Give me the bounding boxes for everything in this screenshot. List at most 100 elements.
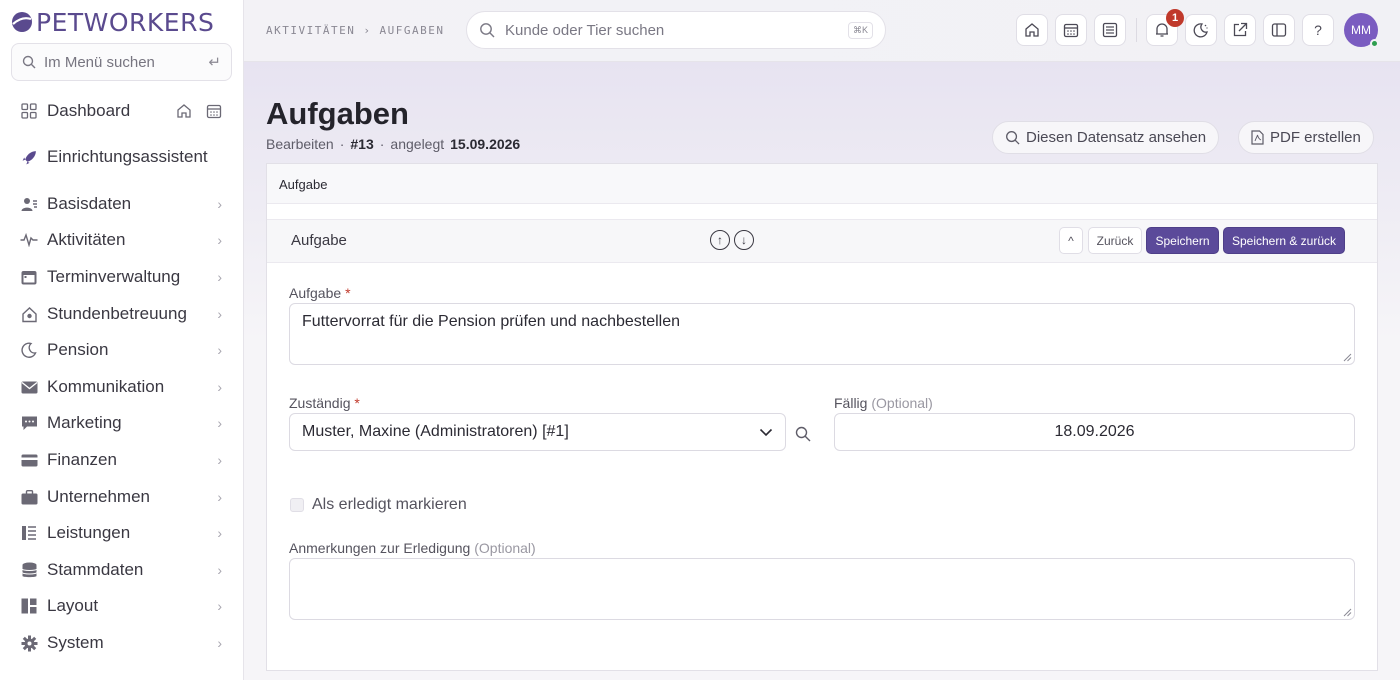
- record-meta: Bearbeiten · #13 · angelegt 15.09.2026: [266, 136, 520, 152]
- sidebar-item-pension[interactable]: Pension ›: [0, 333, 244, 367]
- due-date-input[interactable]: 18.09.2026: [834, 413, 1355, 451]
- sidebar-toggle-button[interactable]: [1263, 14, 1295, 46]
- shortcut-hint: ⌘K: [847, 21, 873, 39]
- breadcrumb-separator: ›: [363, 24, 372, 37]
- sidebar-item-terminverwaltung[interactable]: Terminverwaltung ›: [0, 260, 244, 294]
- optional-marker: (Optional): [474, 540, 536, 556]
- created-label: angelegt: [390, 136, 445, 152]
- save-button[interactable]: Speichern: [1146, 227, 1219, 254]
- assignee-select[interactable]: Muster, Maxine (Administratoren) [#1]: [289, 413, 786, 451]
- chevron-right-icon: ›: [217, 269, 222, 285]
- resize-grip-icon[interactable]: [1343, 353, 1352, 362]
- notes-textarea[interactable]: [289, 558, 1355, 620]
- notifications-button[interactable]: 1: [1146, 9, 1184, 46]
- menu-search-input[interactable]: Im Menü suchen ↵: [11, 43, 232, 81]
- create-pdf-label: PDF erstellen: [1270, 129, 1361, 146]
- assignee-lookup-search-icon[interactable]: [795, 426, 811, 442]
- task-textarea[interactable]: Futtervorrat für die Pension prüfen und …: [289, 303, 1355, 365]
- create-pdf-button[interactable]: PDF erstellen: [1238, 121, 1374, 154]
- chevron-right-icon: ›: [217, 489, 222, 505]
- meta-separator: ·: [339, 136, 345, 152]
- chevron-right-icon: ›: [217, 635, 222, 651]
- move-up-button[interactable]: ↑: [710, 230, 730, 250]
- resize-grip-icon[interactable]: [1343, 608, 1352, 617]
- meta-separator: ·: [379, 136, 385, 152]
- online-status-dot: [1370, 39, 1379, 48]
- arrow-up-icon: ↑: [717, 233, 723, 247]
- calendar-button[interactable]: [1055, 14, 1087, 46]
- help-button[interactable]: ?: [1302, 14, 1334, 46]
- chevron-right-icon: ›: [217, 598, 222, 614]
- done-checkbox[interactable]: [290, 498, 304, 512]
- assignee-field-label: Zuständig *: [289, 395, 360, 411]
- sidebar-item-stammdaten[interactable]: Stammdaten ›: [0, 553, 244, 587]
- sidebar-item-kommunikation[interactable]: Kommunikation ›: [0, 370, 244, 404]
- move-down-button[interactable]: ↓: [734, 230, 754, 250]
- collapse-button[interactable]: ^: [1059, 227, 1083, 254]
- chevron-right-icon: ›: [217, 379, 222, 395]
- sidebar-item-label: Stundenbetreuung: [47, 304, 187, 323]
- rocket-icon: [20, 148, 38, 166]
- chevron-right-icon: ›: [217, 306, 222, 322]
- assignee-label-text: Zuständig: [289, 395, 351, 411]
- chevron-right-icon: ›: [217, 452, 222, 468]
- sidebar-item-basisdaten[interactable]: Basisdaten ›: [0, 187, 244, 221]
- sidebar-item-label: System: [47, 633, 104, 652]
- search-icon: [480, 23, 495, 38]
- help-icon: ?: [1314, 22, 1322, 38]
- sidebar-item-marketing[interactable]: Marketing ›: [0, 406, 244, 440]
- home-button[interactable]: [1016, 14, 1048, 46]
- sidebar-item-finanzen[interactable]: Finanzen ›: [0, 443, 244, 477]
- brand-logo[interactable]: PETWORKERS: [10, 7, 214, 37]
- sidebar-item-dashboard[interactable]: Dashboard: [0, 94, 244, 128]
- top-bar: AKTIVITÄTEN › AUFGABEN Kunde oder Tier s…: [244, 0, 1400, 62]
- sidebar-item-stundenbetreuung[interactable]: Stundenbetreuung ›: [0, 297, 244, 331]
- chevron-right-icon: ›: [217, 415, 222, 431]
- notes-button[interactable]: [1094, 14, 1126, 46]
- tab-aufgabe[interactable]: Aufgabe: [267, 164, 1377, 204]
- global-search-placeholder: Kunde oder Tier suchen: [505, 21, 665, 39]
- open-external-button[interactable]: [1224, 14, 1256, 46]
- chat-icon: [20, 414, 38, 432]
- chevron-right-icon: ›: [217, 196, 222, 212]
- chevron-right-icon: ›: [217, 525, 222, 541]
- back-button[interactable]: Zurück: [1088, 227, 1142, 254]
- avatar[interactable]: MM: [1344, 13, 1379, 48]
- sidebar-item-label: Terminverwaltung: [47, 267, 181, 286]
- calendar-icon: [1063, 23, 1079, 38]
- avatar-initials: MM: [1351, 23, 1371, 37]
- task-label-text: Aufgabe: [289, 285, 342, 301]
- view-record-button[interactable]: Diesen Datensatz ansehen: [992, 121, 1220, 154]
- sidebar-item-label: Leistungen: [47, 523, 131, 542]
- task-value: Futtervorrat für die Pension prüfen und …: [302, 313, 681, 330]
- breadcrumb-item: AUFGABEN: [379, 24, 445, 37]
- done-checkbox-label[interactable]: Als erledigt markieren: [312, 496, 467, 514]
- activity-icon: [20, 231, 38, 249]
- calendar-icon: [20, 268, 38, 286]
- dashboard-icon: [20, 102, 38, 120]
- save-and-back-button[interactable]: Speichern & zurück: [1223, 227, 1345, 254]
- sidebar-panel-icon: [1271, 23, 1287, 37]
- sidebar-item-aktivitaeten[interactable]: Aktivitäten ›: [0, 223, 244, 257]
- pdf-file-icon: [1251, 130, 1264, 145]
- sidebar-item-label: Layout: [47, 596, 99, 615]
- sidebar-item-einrichtungsassistent[interactable]: Einrichtungsassistent: [0, 140, 244, 174]
- home-icon[interactable]: [176, 103, 192, 119]
- sidebar-item-system[interactable]: System ›: [0, 626, 244, 660]
- notification-badge: 1: [1166, 9, 1184, 27]
- chevron-right-icon: ›: [217, 232, 222, 248]
- breadcrumb-item[interactable]: AKTIVITÄTEN: [266, 24, 355, 37]
- mail-icon: [20, 378, 38, 396]
- sidebar-item-unternehmen[interactable]: Unternehmen ›: [0, 480, 244, 514]
- global-search-input[interactable]: Kunde oder Tier suchen ⌘K: [466, 11, 886, 49]
- due-label-text: Fällig: [834, 395, 868, 411]
- sidebar-item-layout[interactable]: Layout ›: [0, 589, 244, 623]
- required-marker: *: [354, 395, 360, 411]
- moon-stars-icon: [1193, 23, 1208, 38]
- theme-toggle-button[interactable]: [1185, 14, 1217, 46]
- external-link-icon: [1233, 22, 1248, 37]
- calendar-icon[interactable]: [206, 103, 222, 119]
- sidebar-item-label: Pension: [47, 340, 109, 359]
- sidebar-item-leistungen[interactable]: Leistungen ›: [0, 516, 244, 550]
- due-date-value: 18.09.2026: [1054, 423, 1135, 440]
